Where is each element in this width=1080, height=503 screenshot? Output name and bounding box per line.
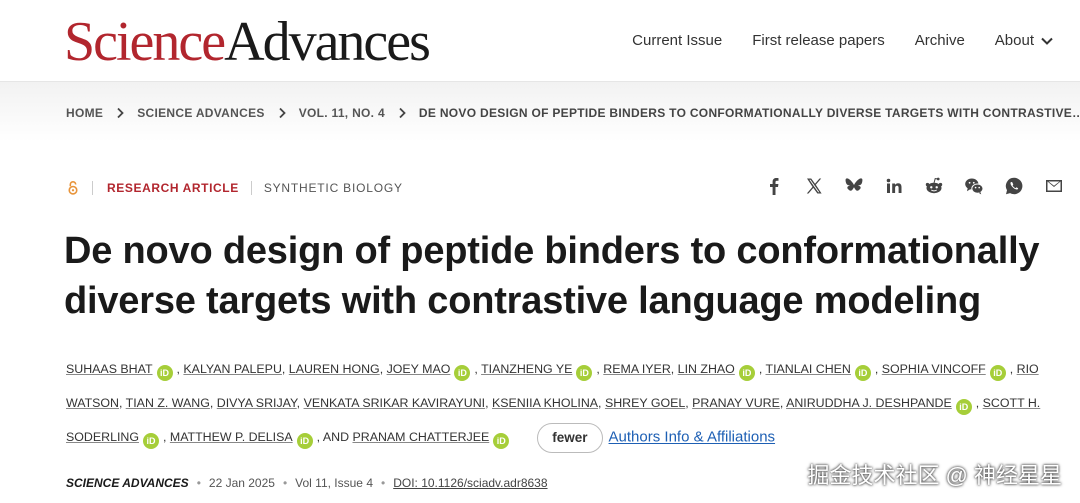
author-link[interactable]: Kalyan Palepu: [183, 362, 281, 376]
divider: [92, 181, 93, 195]
nav-current-issue[interactable]: Current Issue: [632, 32, 722, 49]
author-link[interactable]: Lauren Hong: [289, 362, 380, 376]
orcid-icon[interactable]: iD: [493, 433, 510, 449]
linkedin-icon[interactable]: [884, 176, 904, 196]
author-link[interactable]: Aniruddha J. Deshpande: [786, 396, 952, 410]
article-meta: RESEARCH ARTICLE SYNTHETIC BIOLOGY: [66, 180, 403, 196]
watermark: 掘金技术社区 @ 神经星星: [807, 463, 1062, 488]
nav-first-release[interactable]: First release papers: [752, 32, 885, 49]
x-icon[interactable]: [804, 176, 824, 196]
author-link[interactable]: Tianlai Chen: [766, 362, 851, 376]
orcid-icon[interactable]: iD: [156, 365, 173, 381]
pub-volume: Vol 11, Issue 4: [295, 476, 373, 490]
author-list: Suhaas Bhat iD, Kalyan Palepu, Lauren Hon…: [66, 352, 1076, 455]
orcid-icon[interactable]: iD: [989, 365, 1006, 381]
publication-meta: SCIENCE ADVANCES • 22 Jan 2025 • Vol 11, Iss…: [66, 476, 548, 490]
nav-archive[interactable]: Archive: [915, 32, 965, 49]
article-subject[interactable]: SYNTHETIC BIOLOGY: [264, 181, 403, 195]
main-nav: Current Issue First release papers Archi…: [632, 32, 1054, 49]
breadcrumb-journal[interactable]: SCIENCE ADVANCES: [137, 106, 264, 120]
chevron-right-icon: [117, 107, 124, 119]
breadcrumb-home[interactable]: HOME: [66, 106, 103, 120]
nav-about[interactable]: About: [995, 32, 1054, 49]
journal-name: SCIENCE ADVANCES: [66, 476, 189, 490]
facebook-icon[interactable]: [764, 176, 784, 196]
doi-link[interactable]: DOI: 10.1126/sciadv.adr8638: [393, 476, 547, 490]
separator: •: [381, 476, 386, 490]
article-type: RESEARCH ARTICLE: [107, 181, 239, 195]
site-logo[interactable]: ScienceAdvances: [64, 11, 431, 73]
author-link[interactable]: Venkata Srikar Kavirayuni: [304, 396, 486, 410]
authors-affiliations-link[interactable]: Authors Info & Affiliations: [609, 429, 776, 446]
chevron-right-icon: [399, 107, 406, 119]
orcid-icon[interactable]: iD: [955, 399, 972, 415]
fewer-authors-button[interactable]: fewer: [537, 422, 603, 453]
author-link[interactable]: Joey Mao: [387, 362, 451, 376]
whatsapp-icon[interactable]: [1004, 176, 1024, 196]
author-link[interactable]: Shrey Goel: [605, 396, 685, 410]
wechat-icon[interactable]: [964, 176, 984, 196]
orcid-icon[interactable]: iD: [854, 365, 871, 381]
author-link[interactable]: Sophia Vincoff: [882, 362, 986, 376]
breadcrumb-issue[interactable]: VOL. 11, NO. 4: [299, 106, 385, 120]
breadcrumb-current: DE NOVO DESIGN OF PEPTIDE BINDERS TO CON…: [418, 106, 1080, 120]
breadcrumb: HOME SCIENCE ADVANCES VOL. 11, NO. 4 DE …: [66, 106, 1080, 120]
email-icon[interactable]: [1044, 176, 1064, 196]
orcid-icon[interactable]: iD: [738, 365, 755, 381]
chevron-down-icon: [1041, 37, 1053, 45]
author-link[interactable]: Suhaas Bhat: [66, 362, 153, 376]
author-link[interactable]: Pranay Vure: [692, 396, 780, 410]
reddit-icon[interactable]: [924, 176, 944, 196]
logo-science: Science: [64, 11, 226, 73]
author-link[interactable]: Rema Iyer: [603, 362, 670, 376]
author-link[interactable]: Tianzheng Ye: [481, 362, 572, 376]
share-bar: [764, 176, 1064, 196]
author-link[interactable]: Tian Z. Wang: [126, 396, 210, 410]
divider: [250, 181, 252, 195]
chevron-right-icon: [279, 107, 286, 119]
author-link[interactable]: Divya Srijay: [217, 396, 297, 410]
pub-date: 22 Jan 2025: [208, 476, 275, 490]
separator: •: [282, 476, 288, 490]
orcid-icon[interactable]: iD: [142, 433, 159, 449]
bluesky-icon[interactable]: [844, 176, 864, 196]
authors-and: AND: [322, 430, 350, 444]
orcid-icon[interactable]: iD: [454, 365, 471, 381]
author-link[interactable]: Kseniia Kholina: [492, 396, 598, 410]
author-link[interactable]: Pranam Chatterjee: [352, 430, 489, 444]
site-header: ScienceAdvances Current Issue First rele…: [0, 0, 1080, 82]
open-access-icon: [68, 181, 78, 195]
article-title: De novo design of peptide binders to con…: [64, 230, 1040, 322]
logo-advances: Advances: [224, 11, 431, 73]
author-link[interactable]: Lin Zhao: [678, 362, 735, 376]
orcid-icon[interactable]: iD: [576, 365, 593, 381]
orcid-icon[interactable]: iD: [296, 433, 313, 449]
author-link[interactable]: Matthew P. DeLisa: [170, 430, 293, 444]
separator: •: [196, 476, 201, 490]
nav-about-label: About: [994, 32, 1034, 49]
